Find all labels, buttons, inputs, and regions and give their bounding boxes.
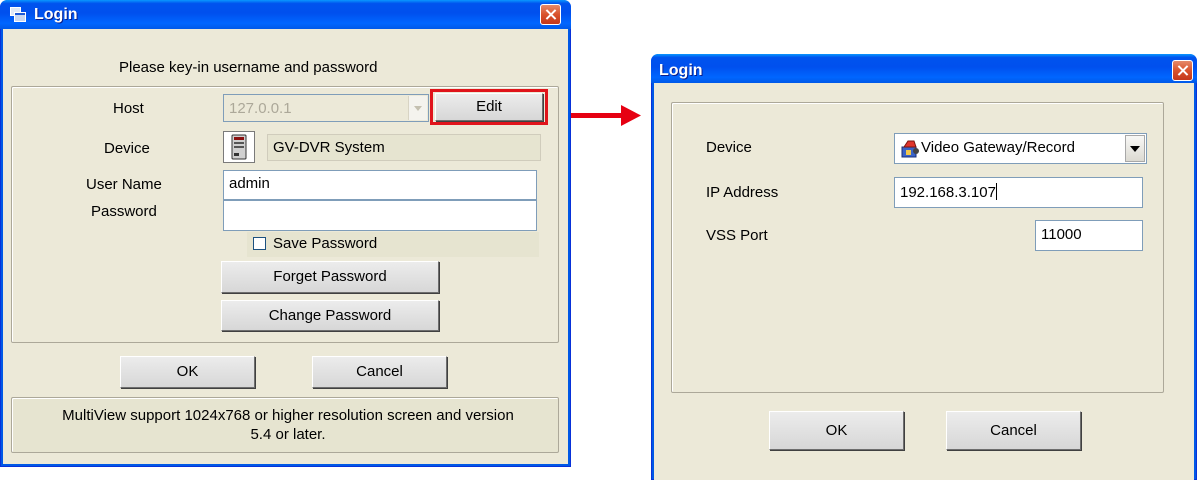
device-label-right: Device [706,139,752,156]
device-label: Device [104,140,150,157]
cancel-button-right[interactable]: Cancel [946,411,1081,450]
device-field: GV-DVR System [267,134,541,161]
host-label: Host [113,100,144,117]
dropdown-arrow-icon[interactable] [408,96,427,120]
ok-button[interactable]: OK [120,356,255,388]
login-dialog-right: Login Device Video Gateway/Record IP Add… [651,54,1197,480]
vss-port-value: 11000 [1041,226,1082,243]
edit-button[interactable]: Edit [435,93,543,121]
window-title: Login [34,6,78,23]
device-value-right: Video Gateway/Record [921,139,1075,156]
username-input[interactable]: admin [223,170,537,200]
ip-address-value: 192.168.3.107 [900,184,996,201]
cancel-button[interactable]: Cancel [312,356,447,388]
instruction-text: Please key-in username and password [119,59,378,76]
change-password-button[interactable]: Change Password [221,300,439,331]
device-dropdown[interactable]: Video Gateway/Record [894,133,1147,164]
username-value: admin [229,175,270,192]
save-password-checkbox[interactable] [253,237,266,250]
password-input[interactable] [223,200,537,231]
host-value: 127.0.0.1 [229,100,292,117]
forget-password-button[interactable]: Forget Password [221,261,439,293]
close-icon[interactable] [540,4,561,25]
note-text: MultiView support 1024x768 or higher res… [62,407,514,443]
vss-port-label: VSS Port [706,227,768,244]
dropdown-arrow-icon[interactable] [1125,135,1145,162]
red-arrow-icon [571,102,643,128]
host-combobox[interactable]: 127.0.0.1 [223,94,429,122]
ip-address-input[interactable]: 192.168.3.107 [894,177,1143,208]
window-title-right: Login [659,62,703,79]
device-value: GV-DVR System [273,139,385,156]
password-label: Password [91,203,157,220]
login-window-icon [10,7,26,22]
ip-address-label: IP Address [706,184,779,201]
titlebar-left[interactable]: Login [0,0,571,29]
save-password-label: Save Password [273,235,378,252]
login-dialog-left: Login Please key-in username and passwor… [0,0,571,467]
client-area-right: Device Video Gateway/Record IP Address 1… [654,83,1194,480]
username-label: User Name [86,176,162,193]
client-area-left: Please key-in username and password Host… [3,29,568,464]
save-password-row[interactable]: Save Password [247,232,539,257]
dvr-device-icon [223,131,255,163]
vss-port-input[interactable]: 11000 [1035,220,1143,251]
gateway-device-icon [900,139,920,159]
text-cursor [995,183,997,200]
close-icon[interactable] [1172,60,1193,81]
titlebar-right[interactable]: Login [651,54,1197,83]
ok-button-right[interactable]: OK [769,411,904,450]
